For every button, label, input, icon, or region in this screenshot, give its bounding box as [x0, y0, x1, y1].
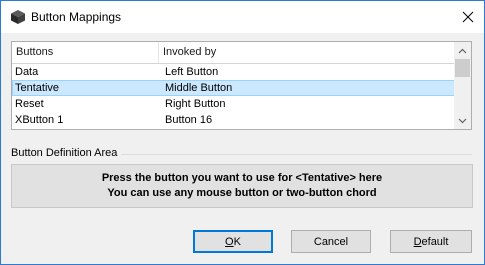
row-invoked-by: Button 16 [165, 114, 213, 126]
list-rows: Data Left Button Tentative Middle Button… [12, 64, 455, 128]
ok-button-label: OK [225, 235, 241, 248]
default-button[interactable]: Default [390, 230, 472, 253]
group-label: Button Definition Area [11, 147, 122, 159]
row-button-name: Data [15, 66, 39, 78]
cancel-button-label: Cancel [313, 235, 349, 248]
list-row-tentative[interactable]: Tentative Middle Button [12, 80, 455, 96]
list-row-data[interactable]: Data Left Button [12, 64, 455, 80]
vertical-scrollbar[interactable] [454, 42, 471, 129]
row-invoked-by: Right Button [165, 98, 226, 110]
column-header-buttons[interactable]: Buttons [16, 46, 53, 58]
close-icon [462, 11, 474, 23]
window-title: Button Mappings [31, 10, 122, 24]
mappings-listbox[interactable]: Buttons Invoked by Data Left Button Tent… [11, 41, 472, 130]
default-button-label: Default [413, 235, 449, 248]
row-button-name: XButton 1 [15, 114, 64, 126]
list-row-reset[interactable]: Reset Right Button [12, 96, 455, 112]
row-button-name: Reset [15, 98, 44, 110]
title-bar: Button Mappings [1, 1, 484, 33]
definition-hint: You can use any mouse button or two-butt… [107, 187, 377, 199]
button-definition-area[interactable]: Press the button you want to use for <Te… [11, 164, 473, 208]
ok-button[interactable]: OK [193, 230, 273, 253]
row-invoked-by: Middle Button [165, 82, 233, 94]
column-divider[interactable] [158, 42, 159, 63]
scroll-thumb[interactable] [455, 59, 470, 77]
row-button-name: Tentative [15, 82, 60, 94]
cancel-button[interactable]: Cancel [291, 230, 371, 253]
app-icon [10, 9, 26, 25]
button-mappings-dialog: Button Mappings Buttons Invoked by Data … [0, 0, 485, 265]
chevron-down-icon [458, 118, 467, 123]
row-invoked-by: Left Button [165, 66, 219, 78]
scroll-up-button[interactable] [454, 42, 471, 59]
definition-instruction: Press the button you want to use for <Te… [101, 172, 383, 184]
list-header: Buttons Invoked by [12, 42, 455, 64]
chevron-up-icon [458, 48, 467, 53]
column-header-invoked-by[interactable]: Invoked by [163, 46, 216, 58]
scroll-down-button[interactable] [454, 112, 471, 129]
close-button[interactable] [452, 1, 484, 33]
list-row-xbutton-1[interactable]: XButton 1 Button 16 [12, 112, 455, 128]
